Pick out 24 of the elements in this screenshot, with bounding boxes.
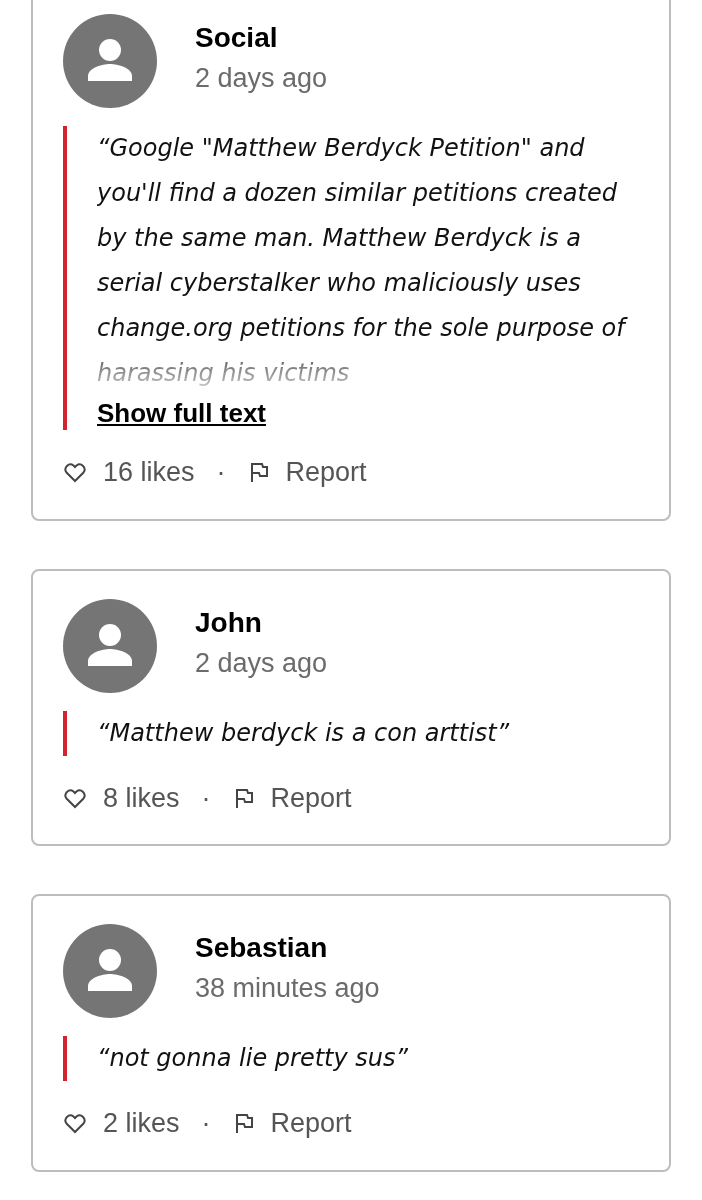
like-button[interactable]: 8 likes [63, 777, 180, 818]
report-button[interactable]: Report [232, 777, 352, 818]
comment-text: “Matthew berdyck is a con arttist” [97, 717, 511, 749]
comment-time: 2 days ago [195, 62, 328, 95]
comment-time: 38 minutes ago [195, 972, 380, 1005]
author-name: John [195, 605, 263, 640]
separator-dot: · [201, 781, 211, 815]
separator-dot: · [201, 1107, 211, 1140]
author-name: Social [195, 21, 279, 55]
comment-time: 2 days ago [195, 646, 328, 680]
avatar-icon [63, 598, 157, 693]
heart-icon [63, 461, 87, 484]
comment-text: “not gonna lie pretty sus” [97, 1043, 409, 1074]
heart-icon [63, 786, 87, 809]
avatar-icon [63, 14, 157, 108]
author-name: Sebastian [195, 931, 329, 965]
like-button[interactable]: 16 likes [63, 452, 195, 493]
report-button[interactable]: Report [247, 452, 367, 493]
separator-dot: · [216, 456, 226, 489]
heart-icon [63, 1112, 87, 1135]
report-button[interactable]: Report [232, 1103, 352, 1144]
avatar-icon [63, 924, 157, 1018]
show-full-text-link[interactable]: Show full text [97, 396, 266, 430]
like-button[interactable]: 2 likes [63, 1103, 180, 1144]
